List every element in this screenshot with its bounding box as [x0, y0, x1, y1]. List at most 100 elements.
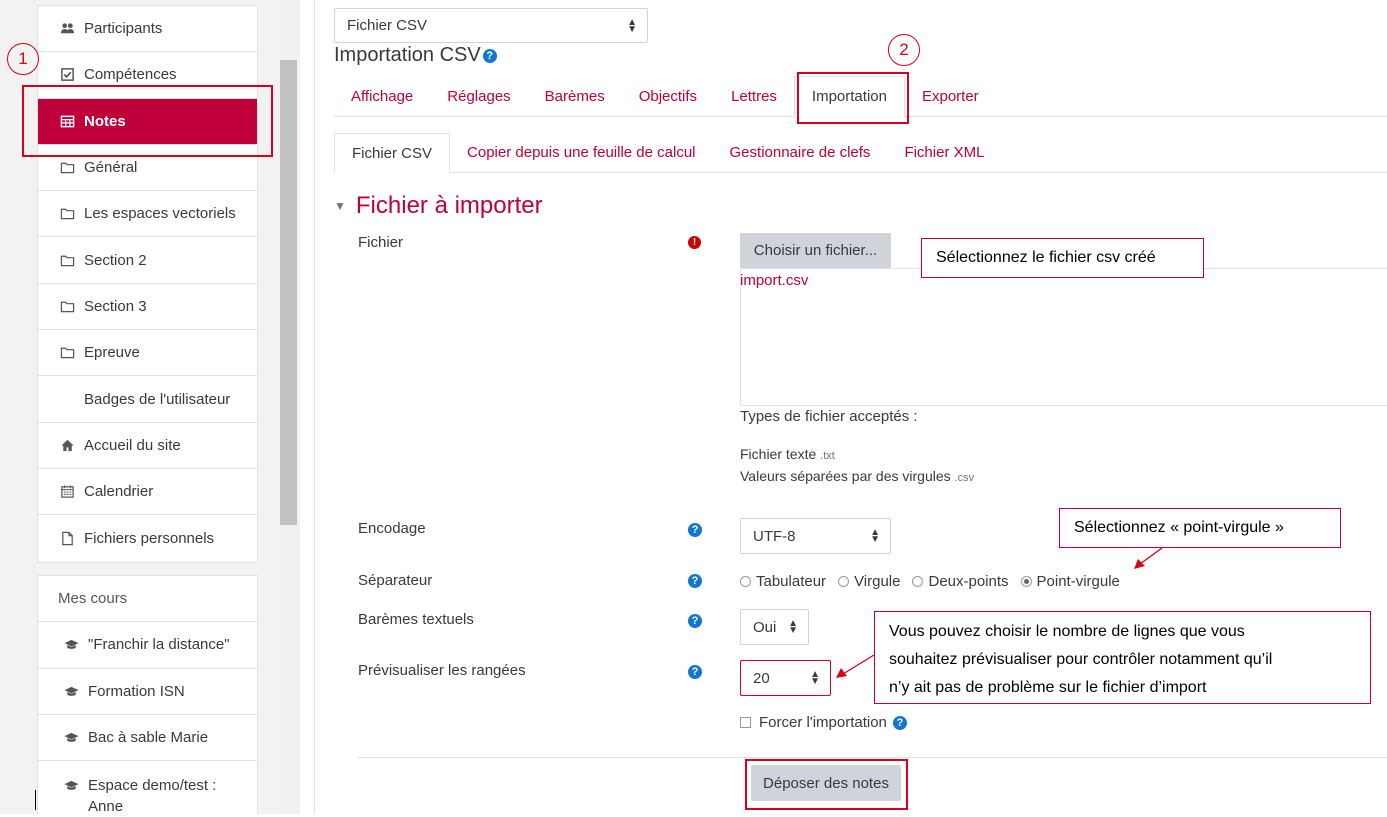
- course-label-line2: Anne: [88, 798, 124, 816]
- callout-line: Vous pouvez choisir le nombre de lignes …: [889, 623, 1245, 640]
- home-icon: [58, 437, 76, 453]
- help-icon[interactable]: ?: [688, 614, 702, 628]
- sidebar-item-espaces-vectoriels[interactable]: Les espaces vectoriels: [38, 191, 257, 238]
- tab-label: Affichage: [351, 87, 414, 105]
- radio-virgule[interactable]: Virgule: [838, 573, 900, 590]
- tab-reglages[interactable]: Réglages: [430, 76, 527, 116]
- type-name: Valeurs séparées par des virgules: [740, 468, 951, 484]
- tab-objectifs[interactable]: Objectifs: [622, 76, 714, 116]
- folder-icon: [58, 206, 76, 222]
- sidebar-item-epreuve[interactable]: Epreuve: [38, 330, 257, 377]
- preview-rows-select[interactable]: 20 ▲ ▼: [740, 660, 831, 696]
- radio-point-virgule[interactable]: Point-virgule: [1020, 573, 1120, 590]
- sidebar-item-label: Calendrier: [84, 483, 154, 501]
- course-item-demo[interactable]: Espace demo/test : Anne: [38, 761, 257, 816]
- course-label: "Franchir la distance": [88, 636, 230, 654]
- courses-header-label: Mes cours: [58, 590, 128, 608]
- folder-icon: [58, 252, 76, 268]
- radio-label: Point-virgule: [1036, 573, 1120, 590]
- tab-label: Gestionnaire de clefs: [729, 144, 871, 161]
- encoding-value: UTF-8: [753, 527, 796, 545]
- sidebar-item-section-3[interactable]: Section 3: [38, 284, 257, 331]
- force-import-checkbox[interactable]: [740, 717, 751, 728]
- course-label-line1: Espace demo/test :: [88, 777, 217, 795]
- accepted-types-label: Types de fichier acceptés :: [740, 408, 918, 425]
- graduation-cap-icon: [62, 637, 80, 653]
- text-cursor: [35, 790, 36, 810]
- radio-deux-points[interactable]: Deux-points: [912, 573, 1009, 590]
- sidebar-item-label: Badges de l'utilisateur: [84, 390, 231, 408]
- file-drop-area[interactable]: [740, 268, 1387, 406]
- choose-file-button[interactable]: Choisir un fichier...: [740, 233, 891, 268]
- type-ext: .txt: [820, 450, 835, 462]
- folder-icon: [58, 160, 76, 176]
- sidebar-item-label: Général: [84, 159, 138, 177]
- sidebar-item-fichiers-personnels[interactable]: Fichiers personnels: [38, 515, 257, 561]
- tab-label: Réglages: [447, 87, 511, 105]
- radio-tabulateur[interactable]: Tabulateur: [740, 573, 826, 590]
- radio-button[interactable]: [1020, 576, 1032, 587]
- section-title: Fichier à importer: [355, 192, 543, 219]
- subtab-gestionnaire[interactable]: Gestionnaire de clefs: [713, 133, 888, 172]
- tab-label: Fichier CSV: [352, 144, 433, 162]
- sidebar-item-label: Participants: [84, 20, 163, 38]
- callout-separator: Sélectionnez « point-virgule »: [1059, 508, 1341, 548]
- help-icon[interactable]: ?: [892, 715, 907, 730]
- tab-baremes[interactable]: Barèmes: [528, 76, 622, 116]
- folder-icon: [58, 345, 76, 361]
- choose-file-label: Choisir un fichier...: [753, 242, 878, 259]
- sub-tabs: Fichier CSV Copier depuis une feuille de…: [334, 133, 1387, 173]
- section-header[interactable]: ▼ Fichier à importer: [334, 192, 543, 220]
- help-icon[interactable]: ?: [688, 574, 702, 588]
- highlight-notes: [22, 85, 273, 157]
- graduation-cap-icon: [62, 730, 80, 746]
- course-item-bac-a-sable[interactable]: Bac à sable Marie: [38, 715, 257, 762]
- radio-button[interactable]: [838, 576, 850, 587]
- tab-lettres[interactable]: Lettres: [714, 76, 794, 116]
- form-divider: [358, 757, 1387, 758]
- select-caret-icon: ▲ ▼: [870, 527, 880, 545]
- sidebar-item-badges[interactable]: Badges de l'utilisateur: [38, 376, 257, 423]
- force-import-label: Forcer l'importation: [759, 714, 887, 731]
- collapse-triangle-icon: ▼: [334, 199, 346, 213]
- accepted-type-txt: Fichier texte .txt: [740, 446, 835, 462]
- course-label: Bac à sable Marie: [88, 729, 209, 747]
- radio-label: Tabulateur: [756, 573, 827, 590]
- sidebar-scrollbar-thumb[interactable]: [280, 60, 297, 525]
- sidebar-item-label: Fichiers personnels: [84, 529, 215, 547]
- graduation-cap-icon: [62, 683, 80, 699]
- scales-label: Barèmes textuels: [358, 611, 474, 628]
- tab-label: Lettres: [731, 87, 777, 105]
- callout-line: souhaitez prévisualiser pour contrôler n…: [889, 651, 1273, 668]
- course-item-franchir[interactable]: "Franchir la distance": [38, 622, 257, 669]
- step-marker-1: 1: [7, 43, 39, 75]
- select-caret-icon: ▲ ▼: [810, 669, 820, 687]
- sidebar-item-participants[interactable]: Participants: [38, 6, 257, 53]
- sidebar-item-section-2[interactable]: Section 2: [38, 237, 257, 284]
- course-item-isn[interactable]: Formation ISN: [38, 669, 257, 715]
- folder-icon: [58, 298, 76, 314]
- tab-affichage[interactable]: Affichage: [334, 76, 430, 116]
- subtab-copier[interactable]: Copier depuis une feuille de calcul: [450, 133, 712, 172]
- tab-exporter[interactable]: Exporter: [905, 76, 996, 116]
- tab-label: Copier depuis une feuille de calcul: [467, 144, 696, 161]
- file-label: Fichier: [358, 234, 404, 251]
- step-marker-2: 2: [888, 34, 920, 66]
- sidebar-item-label: Section 2: [84, 251, 147, 269]
- sidebar-item-accueil[interactable]: Accueil du site: [38, 423, 257, 469]
- scales-select[interactable]: Oui ▲ ▼: [740, 609, 809, 645]
- accepted-type-csv: Valeurs séparées par des virgules .csv: [740, 468, 974, 484]
- encoding-select[interactable]: UTF-8 ▲ ▼: [740, 518, 891, 554]
- selected-file-link[interactable]: import.csv: [740, 272, 808, 289]
- subtab-fichier-csv[interactable]: Fichier CSV: [334, 133, 451, 173]
- sidebar-item-calendrier[interactable]: Calendrier: [38, 469, 257, 516]
- radio-label: Virgule: [854, 573, 901, 590]
- help-icon[interactable]: ?: [482, 48, 497, 63]
- import-type-select[interactable]: Fichier CSV ▲ ▼: [334, 8, 648, 43]
- help-icon[interactable]: ?: [688, 665, 702, 679]
- help-icon[interactable]: ?: [688, 523, 702, 537]
- radio-button[interactable]: [740, 576, 751, 587]
- select-caret-icon: ▲ ▼: [627, 16, 637, 35]
- radio-button[interactable]: [912, 576, 924, 587]
- subtab-xml[interactable]: Fichier XML: [887, 133, 1001, 172]
